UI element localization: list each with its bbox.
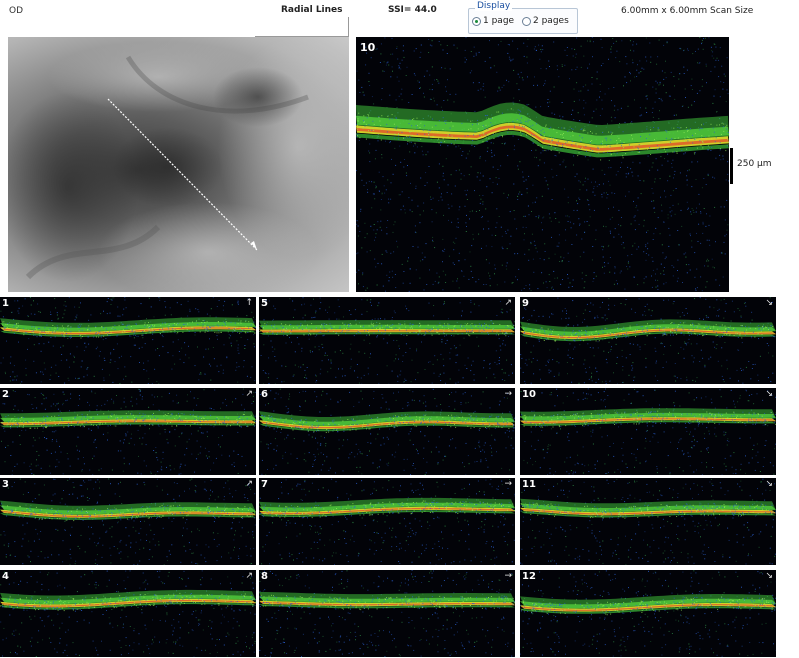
- scan-direction-arrow-icon: ↘: [765, 479, 773, 489]
- bscan-thumbnail-label: 10: [522, 389, 536, 400]
- bscan-thumbnail-label: 3: [2, 479, 9, 490]
- bscan-thumbnail[interactable]: 12 ↘: [520, 570, 776, 657]
- scan-direction-arrow-icon: ↘: [765, 571, 773, 581]
- bscan-thumbnail-label: 4: [2, 571, 9, 582]
- fundus-texture: [8, 37, 349, 292]
- scan-direction-arrow-icon: →: [504, 389, 512, 399]
- display-1-page-radio[interactable]: 1 page: [472, 16, 514, 26]
- display-2-pages-radio[interactable]: 2 pages: [522, 16, 569, 26]
- bscan-thumbnail-image: [0, 570, 256, 657]
- scan-direction-arrow-icon: ↗: [245, 479, 253, 489]
- radio-unselected-icon: [522, 16, 531, 26]
- bscan-thumbnail[interactable]: 2 ↗: [0, 388, 256, 475]
- scan-direction-arrow-icon: ↘: [765, 298, 773, 308]
- fundus-image: [8, 37, 349, 292]
- scan-direction-arrow-icon: →: [504, 571, 512, 581]
- bscan-thumbnail-image: [0, 478, 256, 565]
- bscan-thumbnail-label: 9: [522, 298, 529, 309]
- scan-direction-arrow-icon: ↘: [765, 389, 773, 399]
- bscan-thumbnail-image: [520, 388, 776, 475]
- display-legend: Display: [475, 1, 513, 11]
- bscan-thumbnail-image: [259, 478, 515, 565]
- bscan-thumbnail-label: 2: [2, 389, 9, 400]
- large-bscan-image: [356, 37, 729, 292]
- bscan-thumbnail[interactable]: 6 →: [259, 388, 515, 475]
- bscan-thumbnail[interactable]: 3 ↗: [0, 478, 256, 565]
- bscan-thumbnail-image: [259, 570, 515, 657]
- scan-size-label: 6.00mm x 6.00mm Scan Size: [621, 6, 754, 16]
- bscan-thumbnail[interactable]: 9 ↘: [520, 297, 776, 384]
- bscan-thumbnail-image: [0, 388, 256, 475]
- bscan-thumbnail[interactable]: 11 ↘: [520, 478, 776, 565]
- display-option-label: 2 pages: [533, 16, 569, 26]
- scan-direction-arrow-icon: ↗: [245, 571, 253, 581]
- bscan-thumbnail[interactable]: 8 →: [259, 570, 515, 657]
- scale-bar: [730, 148, 733, 184]
- fundus-frame-divider: [255, 17, 349, 37]
- bscan-thumbnail-label: 5: [261, 298, 268, 309]
- bscan-thumbnail[interactable]: 4 ↗: [0, 570, 256, 657]
- scan-direction-arrow-icon: ↗: [245, 389, 253, 399]
- scan-direction-arrow-icon: →: [504, 479, 512, 489]
- bscan-thumbnail-image: [259, 388, 515, 475]
- large-bscan-label: 10: [360, 41, 376, 54]
- large-bscan: 10: [356, 37, 729, 292]
- bscan-thumbnail-image: [0, 297, 256, 384]
- bscan-thumbnail-label: 7: [261, 479, 268, 490]
- scale-bar-label: 250 µm: [737, 159, 772, 169]
- ssi-value: SSI= 44.0: [388, 5, 437, 15]
- eye-label: OD: [9, 6, 24, 16]
- bscan-thumbnail-image: [520, 478, 776, 565]
- bscan-thumbnail-label: 12: [522, 571, 536, 582]
- protocol-title: Radial Lines: [281, 5, 343, 15]
- bscan-thumbnail-image: [259, 297, 515, 384]
- bscan-thumbnail[interactable]: 7 →: [259, 478, 515, 565]
- bscan-thumbnail-label: 1: [2, 298, 9, 309]
- radio-selected-icon: [472, 16, 481, 26]
- bscan-thumbnail-label: 6: [261, 389, 268, 400]
- display-option-label: 1 page: [483, 16, 515, 26]
- bscan-thumbnail[interactable]: 10 ↘: [520, 388, 776, 475]
- bscan-thumbnail[interactable]: 5 ↗: [259, 297, 515, 384]
- scan-direction-arrow-icon: ↗: [504, 298, 512, 308]
- bscan-thumbnail[interactable]: 1 ↑: [0, 297, 256, 384]
- bscan-thumbnail-label: 11: [522, 479, 536, 490]
- bscan-thumbnail-label: 8: [261, 571, 268, 582]
- scan-direction-arrow-icon: ↑: [245, 298, 253, 308]
- bscan-thumbnail-image: [520, 570, 776, 657]
- bscan-thumbnail-image: [520, 297, 776, 384]
